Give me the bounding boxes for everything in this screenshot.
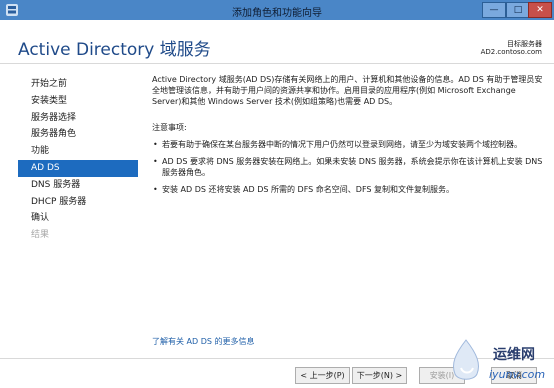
- nav-item-installation-type[interactable]: 安装类型: [18, 93, 138, 110]
- list-item: • AD DS 要求将 DNS 服务器安装在网络上。如果未安装 DNS 服务器，…: [152, 156, 544, 178]
- note-text: 安装 AD DS 还将安装 AD DS 所需的 DFS 命名空间、DFS 复制和…: [162, 185, 455, 194]
- nav-item-dhcp-server[interactable]: DHCP 服务器: [18, 194, 138, 211]
- nav-item-ad-ds[interactable]: AD DS: [18, 159, 138, 177]
- cancel-button[interactable]: 取消: [491, 367, 537, 384]
- window-title: 添加角色和功能向导: [232, 8, 322, 19]
- title-bar[interactable]: 添加角色和功能向导 — □ ✕: [0, 0, 554, 20]
- nav-item-server-roles[interactable]: 服务器角色: [18, 126, 138, 143]
- footer-divider: [0, 358, 554, 359]
- minimize-button[interactable]: —: [482, 2, 506, 18]
- watermark-brand: 运维网: [493, 347, 535, 363]
- destination-server-value: AD2.contoso.com: [480, 48, 542, 56]
- nav-item-results: 结果: [31, 230, 50, 241]
- note-text: 若要有助于确保在某台服务器中断的情况下用户仍然可以登录到网络，请至少为域安装两个…: [162, 140, 522, 149]
- list-item: • 若要有助于确保在某台服务器中断的情况下用户仍然可以登录到网络，请至少为域安装…: [152, 139, 544, 150]
- header-divider: [0, 63, 554, 64]
- maximize-button[interactable]: □: [506, 2, 530, 18]
- install-button: 安装(I): [419, 367, 465, 384]
- bullet-icon: •: [153, 140, 158, 149]
- page-title: Active Directory 域服务: [18, 40, 211, 60]
- nav-item-server-selection[interactable]: 服务器选择: [18, 110, 138, 127]
- note-text: AD DS 要求将 DNS 服务器安装在网络上。如果未安装 DNS 服务器，系统…: [162, 157, 543, 177]
- next-button[interactable]: 下一步(N) >: [352, 367, 407, 384]
- nav-item-before-you-begin[interactable]: 开始之前: [18, 76, 138, 93]
- list-item: • 安装 AD DS 还将安装 AD DS 所需的 DFS 命名空间、DFS 复…: [152, 184, 544, 195]
- notes-heading: 注意事项:: [152, 123, 187, 132]
- learn-more-link[interactable]: 了解有关 AD DS 的更多信息: [152, 336, 255, 347]
- nav-item-dns-server[interactable]: DNS 服务器: [18, 177, 138, 194]
- nav-item-features[interactable]: 功能: [18, 143, 138, 160]
- content-pane: Active Directory 域服务(AD DS)存储有关网络上的用户、计算…: [152, 74, 544, 201]
- bullet-icon: •: [153, 185, 158, 194]
- intro-paragraph: Active Directory 域服务(AD DS)存储有关网络上的用户、计算…: [152, 75, 543, 106]
- bullet-icon: •: [153, 157, 158, 166]
- wizard-window: 添加角色和功能向导 — □ ✕ Active Directory 域服务 目标服…: [0, 0, 554, 388]
- wizard-nav: 开始之前 安装类型 服务器选择 服务器角色 功能 AD DS DNS 服务器 D…: [18, 76, 138, 244]
- close-button[interactable]: ✕: [528, 2, 552, 18]
- nav-item-confirmation[interactable]: 确认: [18, 210, 138, 227]
- notes-list: • 若要有助于确保在某台服务器中断的情况下用户仍然可以登录到网络，请至少为域安装…: [152, 139, 544, 195]
- previous-button[interactable]: < 上一步(P): [295, 367, 350, 384]
